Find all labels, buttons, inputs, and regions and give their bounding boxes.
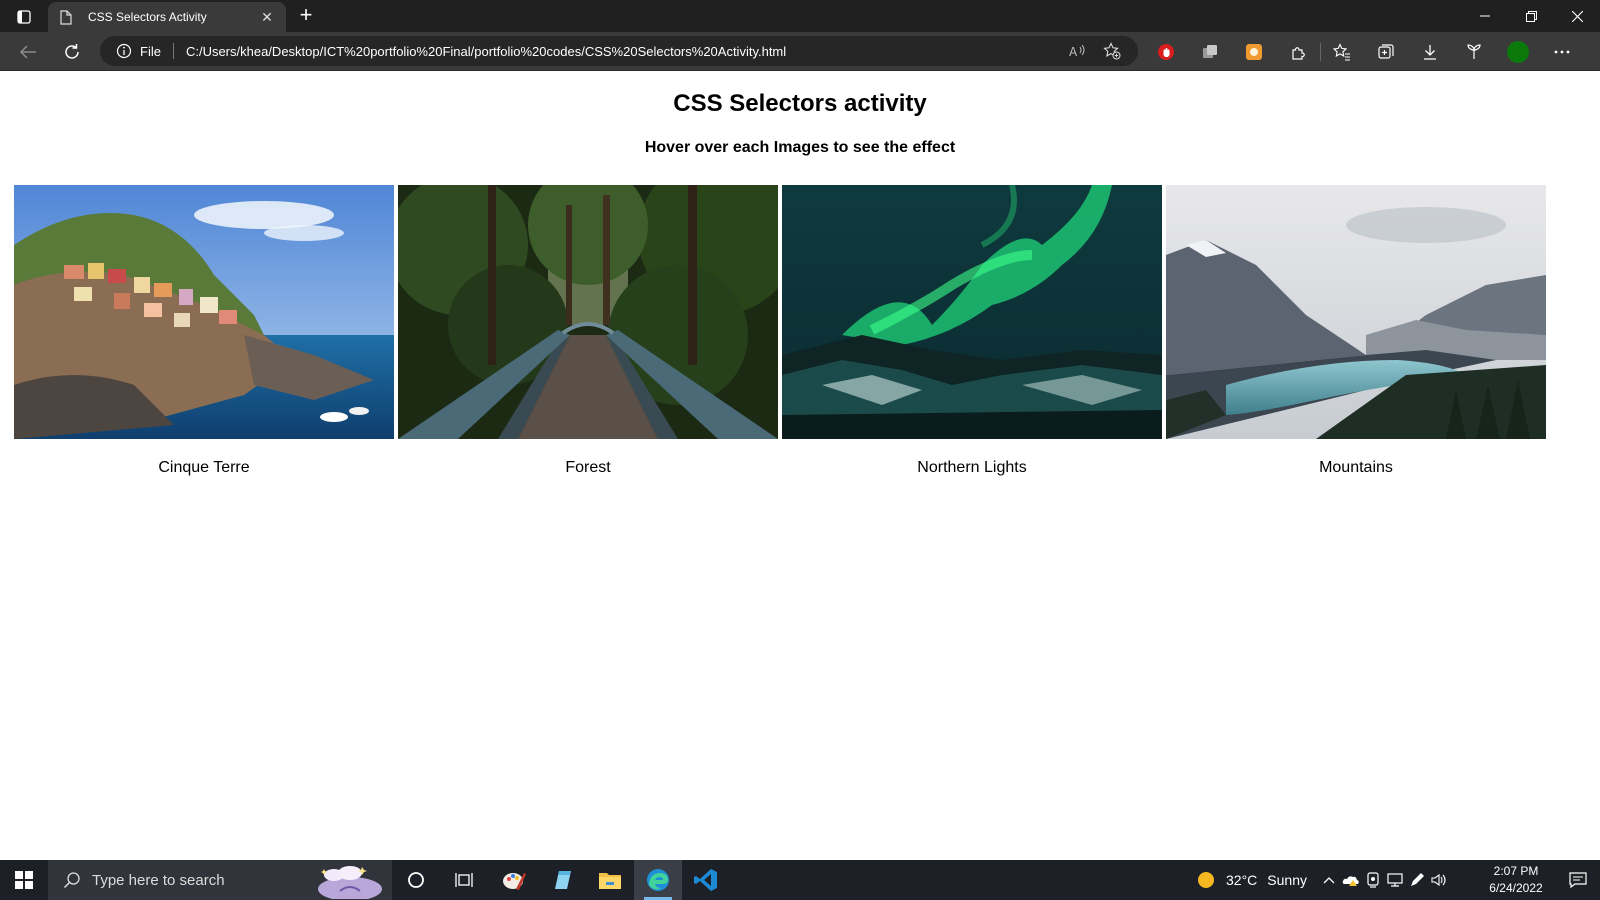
favorites-icon[interactable] — [1328, 38, 1356, 66]
system-tray — [1318, 860, 1450, 900]
forest-image[interactable] — [398, 185, 778, 439]
image-caption: Cinque Terre — [158, 459, 250, 476]
notifications-icon[interactable] — [1556, 860, 1600, 900]
weather-widget[interactable]: 32°C Sunny — [1196, 860, 1307, 900]
collections-extension-icon[interactable] — [1196, 38, 1224, 66]
collections-icon[interactable] — [1372, 38, 1400, 66]
refresh-button[interactable] — [58, 38, 86, 66]
northern-lights-image[interactable] — [782, 185, 1162, 439]
browser-toolbar: File C:/Users/khea/Desktop/ICT%20portfol… — [0, 32, 1600, 71]
image-caption: Forest — [565, 459, 611, 476]
file-explorer-icon[interactable] — [586, 860, 634, 900]
gallery-card-cinque-terre[interactable]: Cinque Terre — [14, 185, 394, 477]
mountains-image[interactable] — [1166, 185, 1546, 439]
start-button[interactable] — [0, 860, 48, 900]
pen-icon[interactable] — [1406, 872, 1428, 888]
page-title: CSS Selectors activity — [673, 90, 927, 117]
tab-active[interactable]: CSS Selectors Activity ✕ — [48, 2, 286, 32]
profile-avatar[interactable] — [1504, 38, 1532, 66]
address-url[interactable]: C:/Users/khea/Desktop/ICT%20portfolio%20… — [186, 44, 786, 59]
address-divider — [172, 43, 174, 59]
info-icon[interactable] — [116, 43, 132, 59]
network-icon[interactable] — [1384, 873, 1406, 887]
back-button[interactable] — [14, 38, 42, 66]
minimize-button[interactable] — [1462, 0, 1508, 32]
task-view-icon[interactable] — [440, 860, 488, 900]
tab-close-icon[interactable]: ✕ — [258, 8, 276, 26]
notepad-app-icon[interactable] — [538, 860, 586, 900]
toolbar-divider — [1320, 43, 1321, 61]
clock-date: 6/24/2022 — [1489, 881, 1543, 895]
address-scheme-label: File — [140, 43, 161, 59]
volume-icon[interactable] — [1428, 873, 1450, 887]
downloads-icon[interactable] — [1416, 38, 1444, 66]
paint-app-icon[interactable] — [490, 860, 538, 900]
browser-essentials-icon[interactable] — [1460, 38, 1488, 66]
tab-title: CSS Selectors Activity — [88, 10, 207, 24]
search-placeholder: Type here to search — [92, 871, 225, 889]
orange-extension-icon[interactable] — [1240, 38, 1268, 66]
chevron-up-icon[interactable] — [1318, 876, 1340, 884]
adblock-extension-icon[interactable] — [1152, 38, 1180, 66]
image-gallery: Cinque Terre Forest Northern Lights Moun… — [14, 185, 1586, 485]
meet-camera-icon[interactable] — [1362, 872, 1384, 888]
taskbar-search-box[interactable]: Type here to search — [48, 860, 392, 900]
cinque-terre-image[interactable] — [14, 185, 394, 439]
image-caption: Mountains — [1319, 459, 1393, 476]
image-caption: Northern Lights — [917, 459, 1027, 476]
add-favorite-icon[interactable] — [1100, 40, 1124, 62]
svg-text:A: A — [1069, 45, 1078, 58]
windows-taskbar: Type here to search 32°C Sunny 2:07 PM 6… — [0, 860, 1600, 900]
search-icon — [60, 871, 84, 889]
new-tab-button[interactable]: + — [294, 4, 318, 28]
vscode-taskbar-icon[interactable] — [682, 860, 730, 900]
address-bar[interactable]: File C:/Users/khea/Desktop/ICT%20portfol… — [100, 36, 1138, 66]
sun-icon — [1198, 872, 1214, 888]
cortana-icon[interactable] — [392, 860, 440, 900]
weather-temperature: 32°C — [1226, 872, 1258, 888]
edge-taskbar-icon[interactable] — [634, 860, 682, 900]
clock-time: 2:07 PM — [1493, 864, 1539, 878]
restore-button[interactable] — [1508, 0, 1554, 32]
browser-titlebar: CSS Selectors Activity ✕ + — [0, 0, 1600, 32]
gallery-card-northern-lights[interactable]: Northern Lights — [782, 185, 1162, 477]
extensions-icon[interactable] — [1284, 38, 1312, 66]
tab-actions-icon[interactable] — [10, 6, 38, 28]
document-icon — [58, 9, 74, 25]
onedrive-warning-icon[interactable] — [1340, 873, 1362, 887]
weather-description: Sunny — [1267, 872, 1307, 888]
taskbar-clock[interactable]: 2:07 PM 6/24/2022 — [1480, 863, 1552, 897]
gallery-card-mountains[interactable]: Mountains — [1166, 185, 1546, 477]
search-highlight-illustration-icon — [318, 866, 382, 899]
page-subtitle: Hover over each Images to see the effect — [644, 139, 956, 156]
gallery-card-forest[interactable]: Forest — [398, 185, 778, 477]
more-options-icon[interactable] — [1548, 38, 1576, 66]
close-window-button[interactable] — [1554, 0, 1600, 32]
read-aloud-icon[interactable]: A — [1066, 40, 1090, 62]
